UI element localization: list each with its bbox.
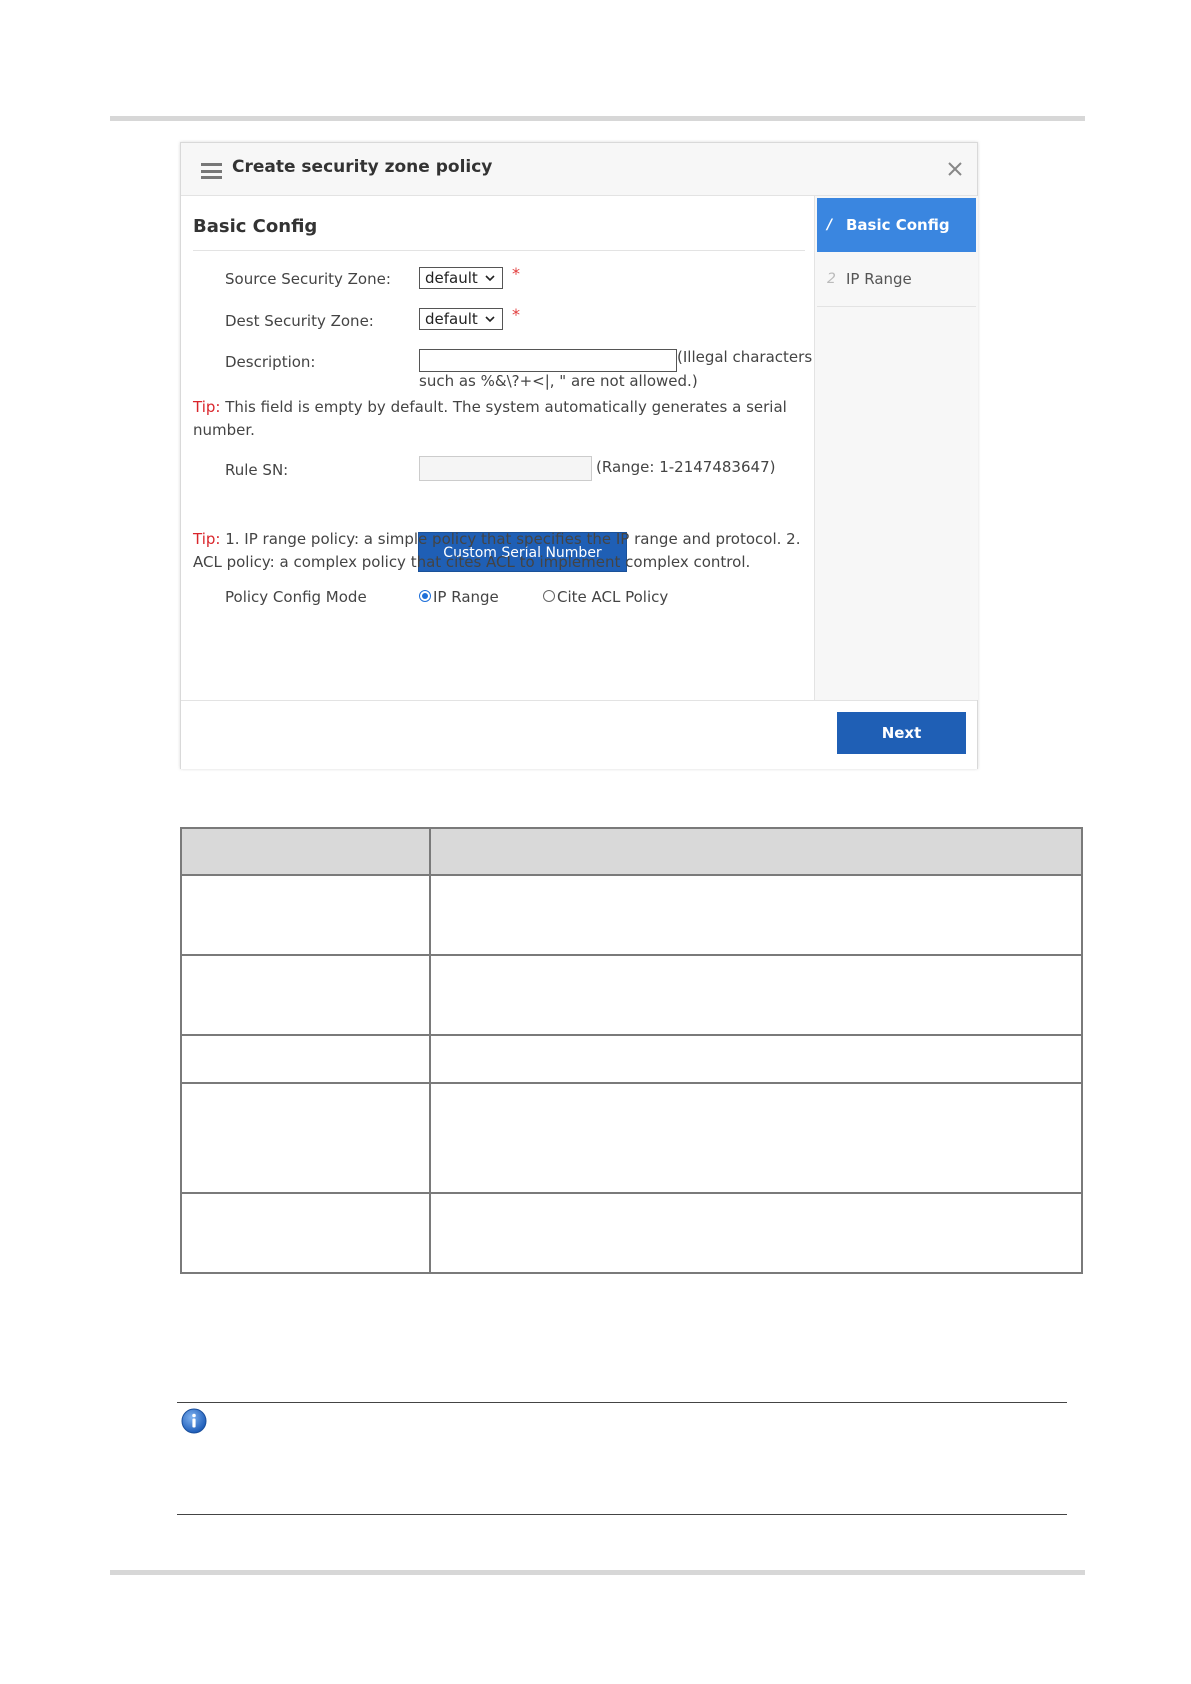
table-header-cell <box>180 827 431 876</box>
create-policy-dialog: Create security zone policy Basic Config… <box>180 142 978 769</box>
page-footer-rule <box>110 1570 1085 1575</box>
table-cell <box>429 954 1083 1036</box>
cite-acl-option-label[interactable]: Cite ACL Policy <box>557 588 668 606</box>
required-mark: * <box>512 264 520 283</box>
source-zone-select[interactable]: default <box>419 267 503 289</box>
dest-zone-label: Dest Security Zone: <box>225 312 374 330</box>
tip-label: Tip: <box>193 398 221 416</box>
info-icon <box>181 1408 207 1434</box>
table-cell <box>429 874 1083 956</box>
table-cell <box>180 954 431 1036</box>
dialog-footer: Next <box>181 700 977 769</box>
table-row <box>180 874 1083 956</box>
section-divider <box>193 250 805 251</box>
table-row <box>180 1192 1083 1274</box>
note-divider-top <box>177 1402 1067 1403</box>
required-mark: * <box>512 305 520 324</box>
serial-tip: Tip: This field is empty by default. The… <box>193 396 805 442</box>
table-cell <box>180 1082 431 1194</box>
description-label: Description: <box>225 353 316 371</box>
dialog-header: Create security zone policy <box>181 143 977 196</box>
cite-acl-radio[interactable] <box>543 590 555 602</box>
rule-sn-input[interactable] <box>419 456 592 481</box>
step-label: Basic Config <box>846 216 950 234</box>
step-basic-config[interactable]: / Basic Config <box>817 198 976 252</box>
description-hint-continued: such as %&\?+<|, " are not allowed.) <box>419 372 698 390</box>
note-divider-bottom <box>177 1514 1067 1515</box>
close-icon[interactable] <box>945 159 965 179</box>
table-cell <box>180 874 431 956</box>
ip-range-option-label[interactable]: IP Range <box>433 588 499 606</box>
chevron-down-icon <box>485 316 495 323</box>
dialog-title: Create security zone policy <box>232 157 493 177</box>
step-sidebar: / Basic Config 2 IP Range <box>814 196 978 700</box>
menu-icon <box>201 163 222 179</box>
description-hint: (Illegal characters <box>677 348 813 366</box>
page-header-rule <box>110 116 1085 121</box>
parameter-table <box>180 827 1083 1274</box>
table-row <box>180 1034 1083 1084</box>
tip-text: This field is empty by default. The syst… <box>193 398 787 439</box>
source-zone-value: default <box>425 269 478 287</box>
policy-tip: Tip: 1. IP range policy: a simple policy… <box>193 528 805 574</box>
dialog-form: Basic Config Source Security Zone: defau… <box>181 196 814 700</box>
table-cell <box>429 1034 1083 1084</box>
tip-label: Tip: <box>193 530 221 548</box>
dest-zone-value: default <box>425 310 478 328</box>
table-cell <box>180 1034 431 1084</box>
table-row <box>180 954 1083 1036</box>
tip-text: 1. IP range policy: a simple policy that… <box>193 530 801 571</box>
table-row <box>180 1082 1083 1194</box>
section-title: Basic Config <box>193 216 318 237</box>
table-cell <box>429 1082 1083 1194</box>
rule-sn-label: Rule SN: <box>225 461 289 479</box>
policy-mode-label: Policy Config Mode <box>225 588 367 606</box>
next-button[interactable]: Next <box>837 712 966 754</box>
ip-range-radio[interactable] <box>419 590 431 602</box>
table-header-cell <box>429 827 1083 876</box>
chevron-down-icon <box>485 275 495 282</box>
rule-sn-hint: (Range: 1-2147483647) <box>596 458 776 476</box>
source-zone-label: Source Security Zone: <box>225 270 391 288</box>
table-header-row <box>180 827 1083 876</box>
table-cell <box>429 1192 1083 1274</box>
table-cell <box>180 1192 431 1274</box>
description-input[interactable] <box>419 349 677 372</box>
step-number: 2 <box>827 271 836 287</box>
step-ip-range[interactable]: 2 IP Range <box>817 252 976 307</box>
pencil-icon: / <box>827 217 833 233</box>
step-label: IP Range <box>846 270 912 288</box>
dest-zone-select[interactable]: default <box>419 308 503 330</box>
